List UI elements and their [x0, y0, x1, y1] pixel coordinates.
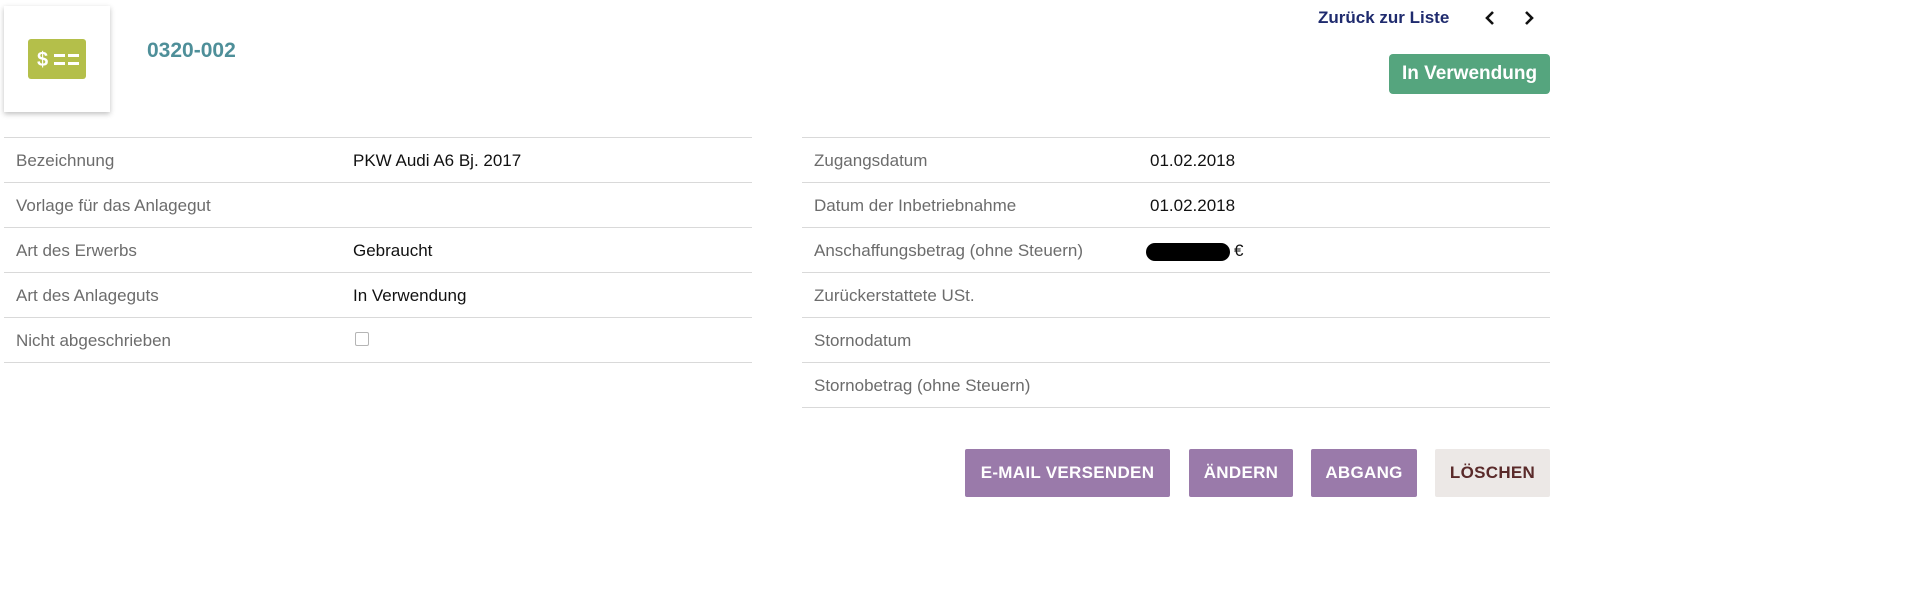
not-depreciated-checkbox: [355, 332, 369, 346]
row-value: 01.02.2018: [1150, 151, 1236, 170]
acquisition-details-table: Zugangsdatum 01.02.2018 Datum der Inbetr…: [802, 137, 1550, 408]
table-row: Datum der Inbetriebnahme 01.02.2018: [802, 183, 1550, 228]
currency-symbol: €: [1234, 241, 1244, 260]
row-value: €: [1146, 241, 1243, 261]
back-to-list-link[interactable]: Zurück zur Liste: [1318, 8, 1449, 28]
row-label: Zurückerstattete USt.: [814, 286, 975, 305]
row-value: PKW Audi A6 Bj. 2017: [353, 151, 522, 170]
next-record-button[interactable]: [1519, 8, 1539, 28]
edit-button[interactable]: ÄNDERN: [1189, 449, 1293, 497]
row-label: Art des Erwerbs: [16, 241, 137, 260]
table-row: Anschaffungsbetrag (ohne Steuern) €: [802, 228, 1550, 273]
asset-id-title: 0320-002: [147, 39, 236, 62]
asset-details-table: Bezeichnung PKW Audi A6 Bj. 2017 Vorlage…: [4, 137, 752, 363]
row-label: Stornobetrag (ohne Steuern): [814, 376, 1031, 395]
table-row: Art des Erwerbs Gebraucht: [4, 228, 752, 273]
row-value: In Verwendung: [353, 286, 467, 305]
money-bill-icon: $: [28, 39, 86, 79]
table-row: Zugangsdatum 01.02.2018: [802, 138, 1550, 183]
row-label: Nicht abgeschrieben: [16, 331, 171, 350]
send-email-button[interactable]: E-MAIL VERSENDEN: [965, 449, 1170, 497]
table-row: Stornobetrag (ohne Steuern): [802, 363, 1550, 408]
row-label: Anschaffungsbetrag (ohne Steuern): [814, 241, 1084, 260]
row-value: Gebraucht: [353, 241, 433, 260]
dispose-button[interactable]: ABGANG: [1311, 449, 1417, 497]
row-label: Datum der Inbetriebnahme: [814, 196, 1017, 215]
row-label: Art des Anlageguts: [16, 286, 159, 305]
row-label: Vorlage für das Anlagegut: [16, 196, 211, 215]
row-label: Bezeichnung: [16, 151, 115, 170]
chevron-right-icon: [1525, 11, 1534, 25]
row-value: 01.02.2018: [1150, 196, 1236, 215]
svg-text:$: $: [37, 49, 48, 71]
status-badge: In Verwendung: [1389, 54, 1550, 94]
chevron-left-icon: [1485, 11, 1494, 25]
table-row: Nicht abgeschrieben: [4, 318, 752, 363]
table-row: Bezeichnung PKW Audi A6 Bj. 2017: [4, 138, 752, 183]
table-row: Stornodatum: [802, 318, 1550, 363]
row-label: Zugangsdatum: [814, 151, 928, 170]
redacted-amount: [1146, 242, 1230, 261]
previous-record-button[interactable]: [1480, 8, 1500, 28]
table-row: Zurückerstattete USt.: [802, 273, 1550, 318]
table-row: Vorlage für das Anlagegut: [4, 183, 752, 228]
asset-logo: $: [4, 6, 110, 112]
delete-button[interactable]: LÖSCHEN: [1435, 449, 1550, 497]
row-label: Stornodatum: [814, 331, 912, 350]
table-row: Art des Anlageguts In Verwendung: [4, 273, 752, 318]
